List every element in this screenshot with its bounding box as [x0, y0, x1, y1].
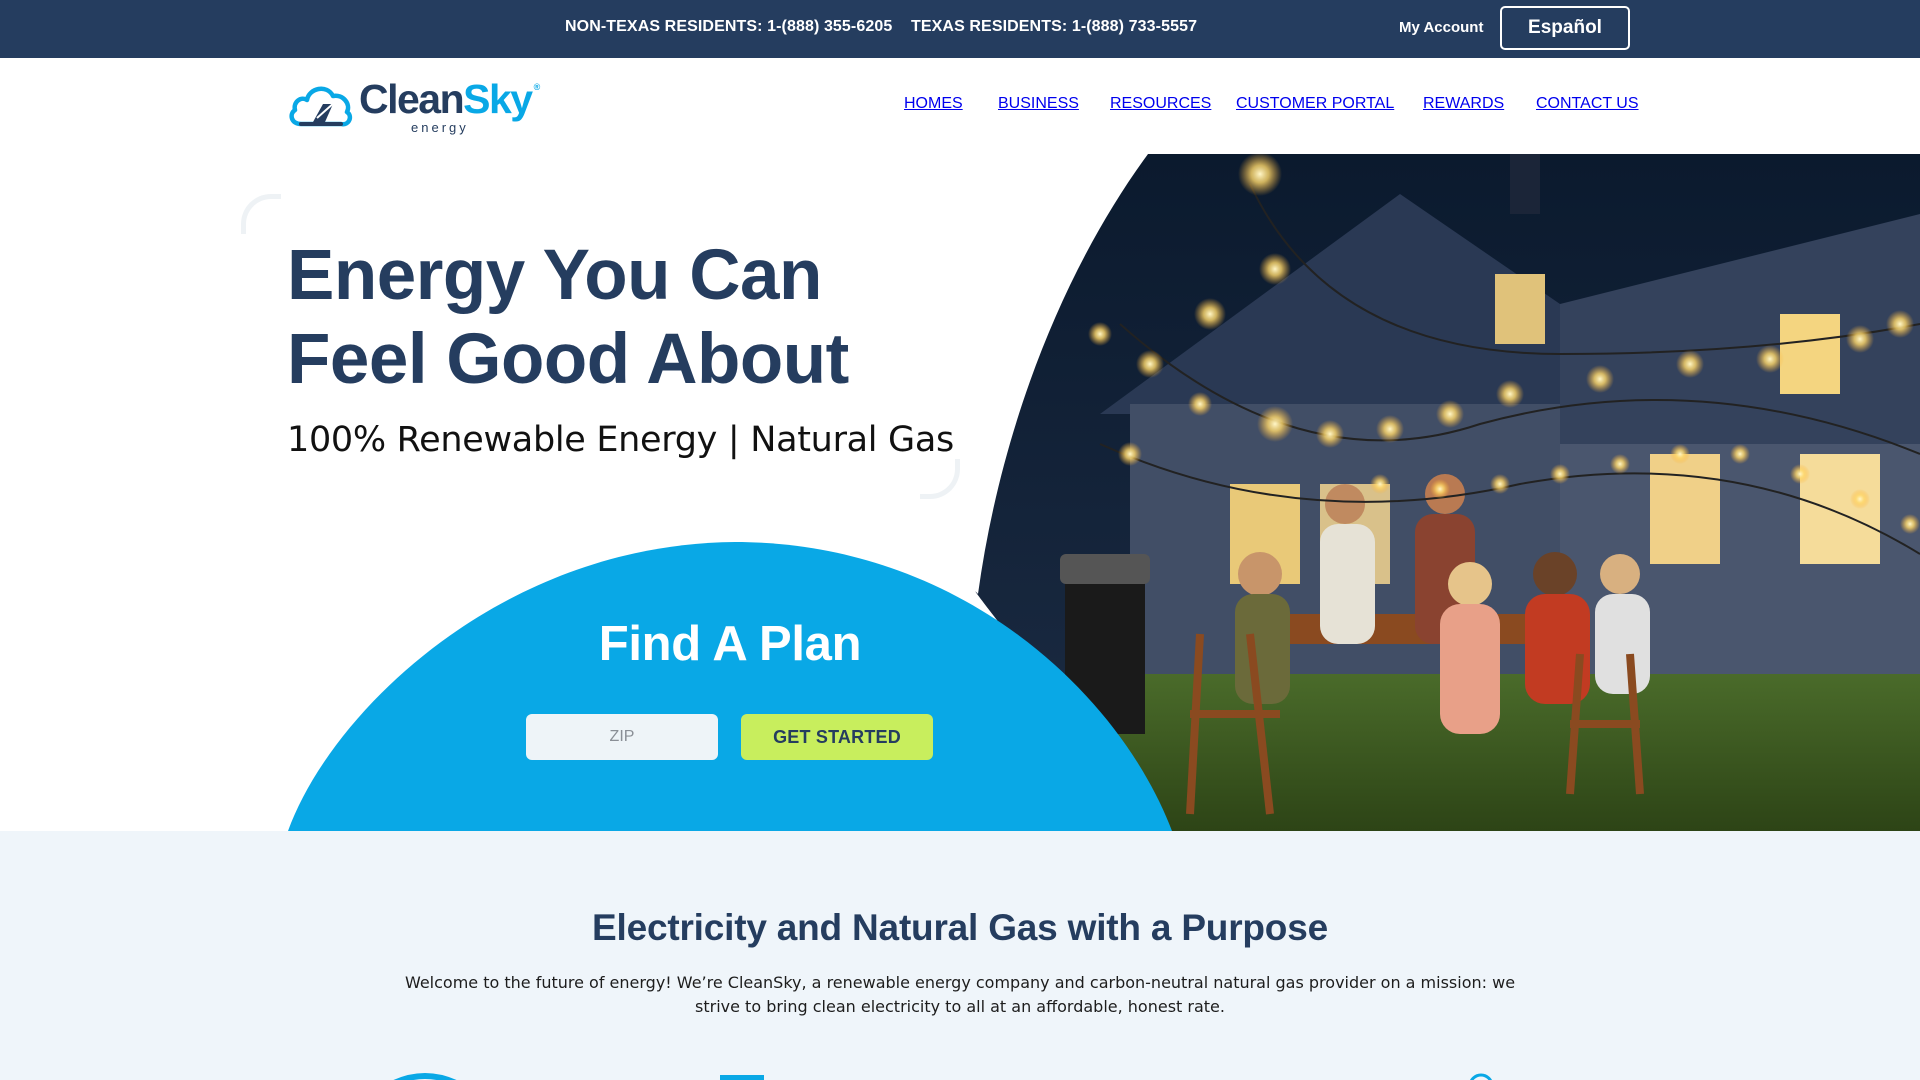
feature-icon-2: [720, 1075, 764, 1080]
nav-resources[interactable]: RESOURCES: [1110, 95, 1211, 113]
hero-section: Energy You Can Feel Good About 100% Rene…: [0, 154, 1920, 831]
hero-title-line2: Feel Good About: [287, 320, 849, 399]
get-started-button[interactable]: GET STARTED: [741, 714, 933, 760]
hero-title-line1: Energy You Can: [287, 236, 822, 315]
site-header: CleanSky ® energy HOMES BUSINESS RESOURCE…: [0, 58, 1920, 154]
nav-business[interactable]: BUSINESS: [998, 95, 1079, 113]
nav-homes[interactable]: HOMES: [904, 95, 963, 113]
purpose-body: Welcome to the future of energy! We’re C…: [404, 973, 1516, 1016]
logo-subtext: energy: [411, 120, 469, 135]
espanol-button[interactable]: Español: [1500, 6, 1630, 50]
hero-title: Energy You Can Feel Good About: [287, 234, 849, 402]
find-plan-title: Find A Plan: [598, 617, 862, 671]
hero-subtitle: 100% Renewable Energy | Natural Gas: [287, 420, 954, 460]
non-texas-phone-link[interactable]: NON-TEXAS RESIDENTS: 1-(888) 355-6205: [565, 18, 892, 36]
top-bar: NON-TEXAS RESIDENTS: 1-(888) 355-6205 TE…: [0, 0, 1920, 58]
logo-word-sky: Sky: [463, 76, 533, 122]
nav-rewards[interactable]: REWARDS: [1423, 95, 1504, 113]
cleansky-logo[interactable]: CleanSky ® energy: [287, 76, 541, 138]
nav-customer-portal[interactable]: CUSTOMER PORTAL: [1236, 95, 1394, 113]
nav-contact-us[interactable]: CONTACT US: [1536, 95, 1639, 113]
texas-phone-link[interactable]: TEXAS RESIDENTS: 1-(888) 733-5557: [911, 18, 1197, 36]
logo-word-clean: Clean: [359, 76, 465, 122]
cloud-logo-icon: [289, 86, 353, 127]
zip-input[interactable]: [526, 714, 718, 760]
logo-wordmark: CleanSky ®: [359, 76, 541, 123]
feature-icon-3: [1470, 1073, 1492, 1080]
feature-icon-1: [393, 1073, 457, 1080]
purpose-section: Electricity and Natural Gas with a Purpo…: [0, 831, 1920, 1080]
purpose-title: Electricity and Natural Gas with a Purpo…: [592, 907, 1328, 948]
my-account-link[interactable]: My Account: [1399, 19, 1483, 36]
registered-mark: ®: [533, 82, 541, 92]
